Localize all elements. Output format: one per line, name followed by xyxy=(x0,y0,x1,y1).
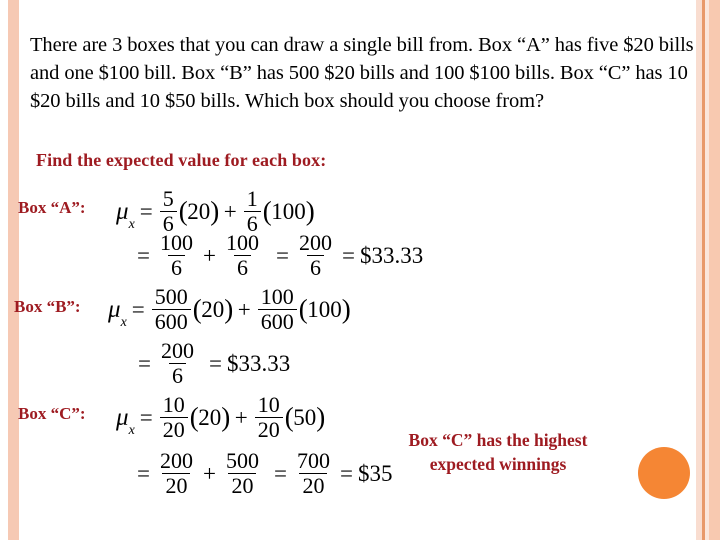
box-c-equation-line1: μx = 10 20 ( 20 ) + 10 20 ( 50 ) xyxy=(116,392,325,442)
problem-statement: There are 3 boxes that you can draw a si… xyxy=(30,33,694,112)
plus-sign: + xyxy=(237,296,251,322)
value-50: 50 xyxy=(293,404,317,430)
box-a-label: Box “A”: xyxy=(18,198,86,217)
slide-canvas: There are 3 boxes that you can draw a si… xyxy=(0,0,720,540)
fraction-500-over-20: 500 20 xyxy=(223,448,262,498)
left-paren: ( xyxy=(192,294,202,325)
mu-symbol: μ xyxy=(116,197,129,225)
fraction-numerator: 10 xyxy=(162,392,185,417)
fraction-numerator: 5 xyxy=(162,186,174,211)
fraction-denominator: 600 xyxy=(257,309,297,333)
conclusion-callout: Box “C” has the highest expected winning… xyxy=(382,428,614,476)
fraction-100-over-6: 100 6 xyxy=(157,230,196,280)
fraction-numerator: 500 xyxy=(154,284,188,309)
fraction-numerator: 200 xyxy=(298,230,332,255)
fraction-200-over-6: 200 6 xyxy=(296,230,335,280)
left-paren: ( xyxy=(298,294,308,325)
fraction-500-over-600: 500 600 xyxy=(151,284,191,334)
plus-sign: + xyxy=(234,404,248,430)
fraction-numerator: 100 xyxy=(260,284,294,309)
fraction-numerator: 200 xyxy=(159,448,193,473)
equals-sign: = xyxy=(341,242,355,268)
box-b-equation-line2: = 200 6 = $33.33 xyxy=(133,338,291,388)
fraction-100-over-600: 100 600 xyxy=(257,284,297,334)
left-paren: ( xyxy=(284,402,294,433)
value-20: 20 xyxy=(187,198,211,224)
equals-sign: = xyxy=(273,460,287,486)
left-paren: ( xyxy=(178,196,188,227)
fraction-10-over-20-b: 10 20 xyxy=(254,392,283,442)
right-paren: ) xyxy=(341,294,351,325)
left-border-stripe xyxy=(8,0,19,540)
fraction-denominator: 20 xyxy=(159,417,188,441)
fraction-200-over-6: 200 6 xyxy=(158,338,197,388)
equals-sign: = xyxy=(139,404,153,430)
left-paren: ( xyxy=(262,196,272,227)
right-paren: ) xyxy=(224,294,233,325)
fraction-numerator: 100 xyxy=(225,230,259,255)
left-paren: ( xyxy=(189,402,199,433)
equals-sign: = xyxy=(339,460,353,486)
box-b-equation-line1: μx = 500 600 ( 20 ) + 100 600 ( 100 ) xyxy=(108,284,351,334)
fraction-denominator: 600 xyxy=(151,309,191,333)
box-a-equation-line1: μx = 5 6 ( 20 ) + 1 6 ( 100 ) xyxy=(116,186,315,236)
fraction-200-over-20: 200 20 xyxy=(157,448,196,498)
equals-sign: = xyxy=(131,296,145,322)
plus-sign: + xyxy=(223,198,237,224)
mu-subscript: x xyxy=(128,422,135,438)
fraction-denominator: 6 xyxy=(306,255,324,279)
fraction-numerator: 500 xyxy=(225,448,259,473)
value-100: 100 xyxy=(307,296,342,322)
fraction-denominator: 6 xyxy=(167,255,185,279)
fraction-denominator: 20 xyxy=(254,417,283,441)
fraction-denominator: 20 xyxy=(299,473,328,497)
box-a-result: $33.33 xyxy=(359,242,424,268)
equals-sign: = xyxy=(139,198,153,224)
fraction-10-over-20: 10 20 xyxy=(159,392,188,442)
conclusion-line-1: Box “C” has the highest xyxy=(408,430,588,450)
right-paren: ) xyxy=(316,402,325,433)
fraction-denominator: 6 xyxy=(233,255,251,279)
box-c-label: Box “C”: xyxy=(18,404,86,423)
value-20: 20 xyxy=(198,404,222,430)
plus-sign: + xyxy=(202,242,216,268)
mu-symbol: μ xyxy=(116,403,129,431)
value-100: 100 xyxy=(271,198,306,224)
fraction-5-over-6: 5 6 xyxy=(159,186,177,236)
mu-subscript: x xyxy=(120,314,127,330)
fraction-numerator: 200 xyxy=(160,338,194,363)
mu-symbol: μ xyxy=(108,295,121,323)
box-b-result: $33.33 xyxy=(226,350,291,376)
fraction-1-over-6: 1 6 xyxy=(243,186,261,236)
fraction-denominator: 20 xyxy=(228,473,257,497)
right-paren: ) xyxy=(305,196,315,227)
fraction-denominator: 20 xyxy=(162,473,191,497)
right-border-band-5 xyxy=(709,0,720,540)
fraction-700-over-20: 700 20 xyxy=(294,448,333,498)
value-20: 20 xyxy=(201,296,225,322)
equals-sign: = xyxy=(137,460,150,486)
box-a-equation-line2: = 100 6 + 100 6 = 200 6 = $33.33 xyxy=(132,230,424,280)
fraction-numerator: 1 xyxy=(246,186,258,211)
orange-circle-decoration xyxy=(638,447,690,499)
fraction-100-over-6-b: 100 6 xyxy=(223,230,262,280)
fraction-denominator: 6 xyxy=(168,363,186,387)
fraction-numerator: 100 xyxy=(159,230,193,255)
equals-sign: = xyxy=(208,350,222,376)
conclusion-line-2: expected winnings xyxy=(429,454,567,474)
fraction-numerator: 10 xyxy=(257,392,280,417)
plus-sign: + xyxy=(202,460,216,486)
mu-subscript: x xyxy=(128,216,135,232)
right-paren: ) xyxy=(221,402,230,433)
fraction-numerator: 700 xyxy=(296,448,330,473)
right-paren: ) xyxy=(210,196,219,227)
equals-sign: = xyxy=(275,242,289,268)
instruction-text: Find the expected value for each box: xyxy=(36,150,327,170)
equals-sign: = xyxy=(137,242,150,268)
equals-sign: = xyxy=(138,350,151,376)
box-c-equation-line2: = 200 20 + 500 20 = 700 20 = $35 xyxy=(132,448,392,498)
box-b-label: Box “B”: xyxy=(14,297,81,316)
